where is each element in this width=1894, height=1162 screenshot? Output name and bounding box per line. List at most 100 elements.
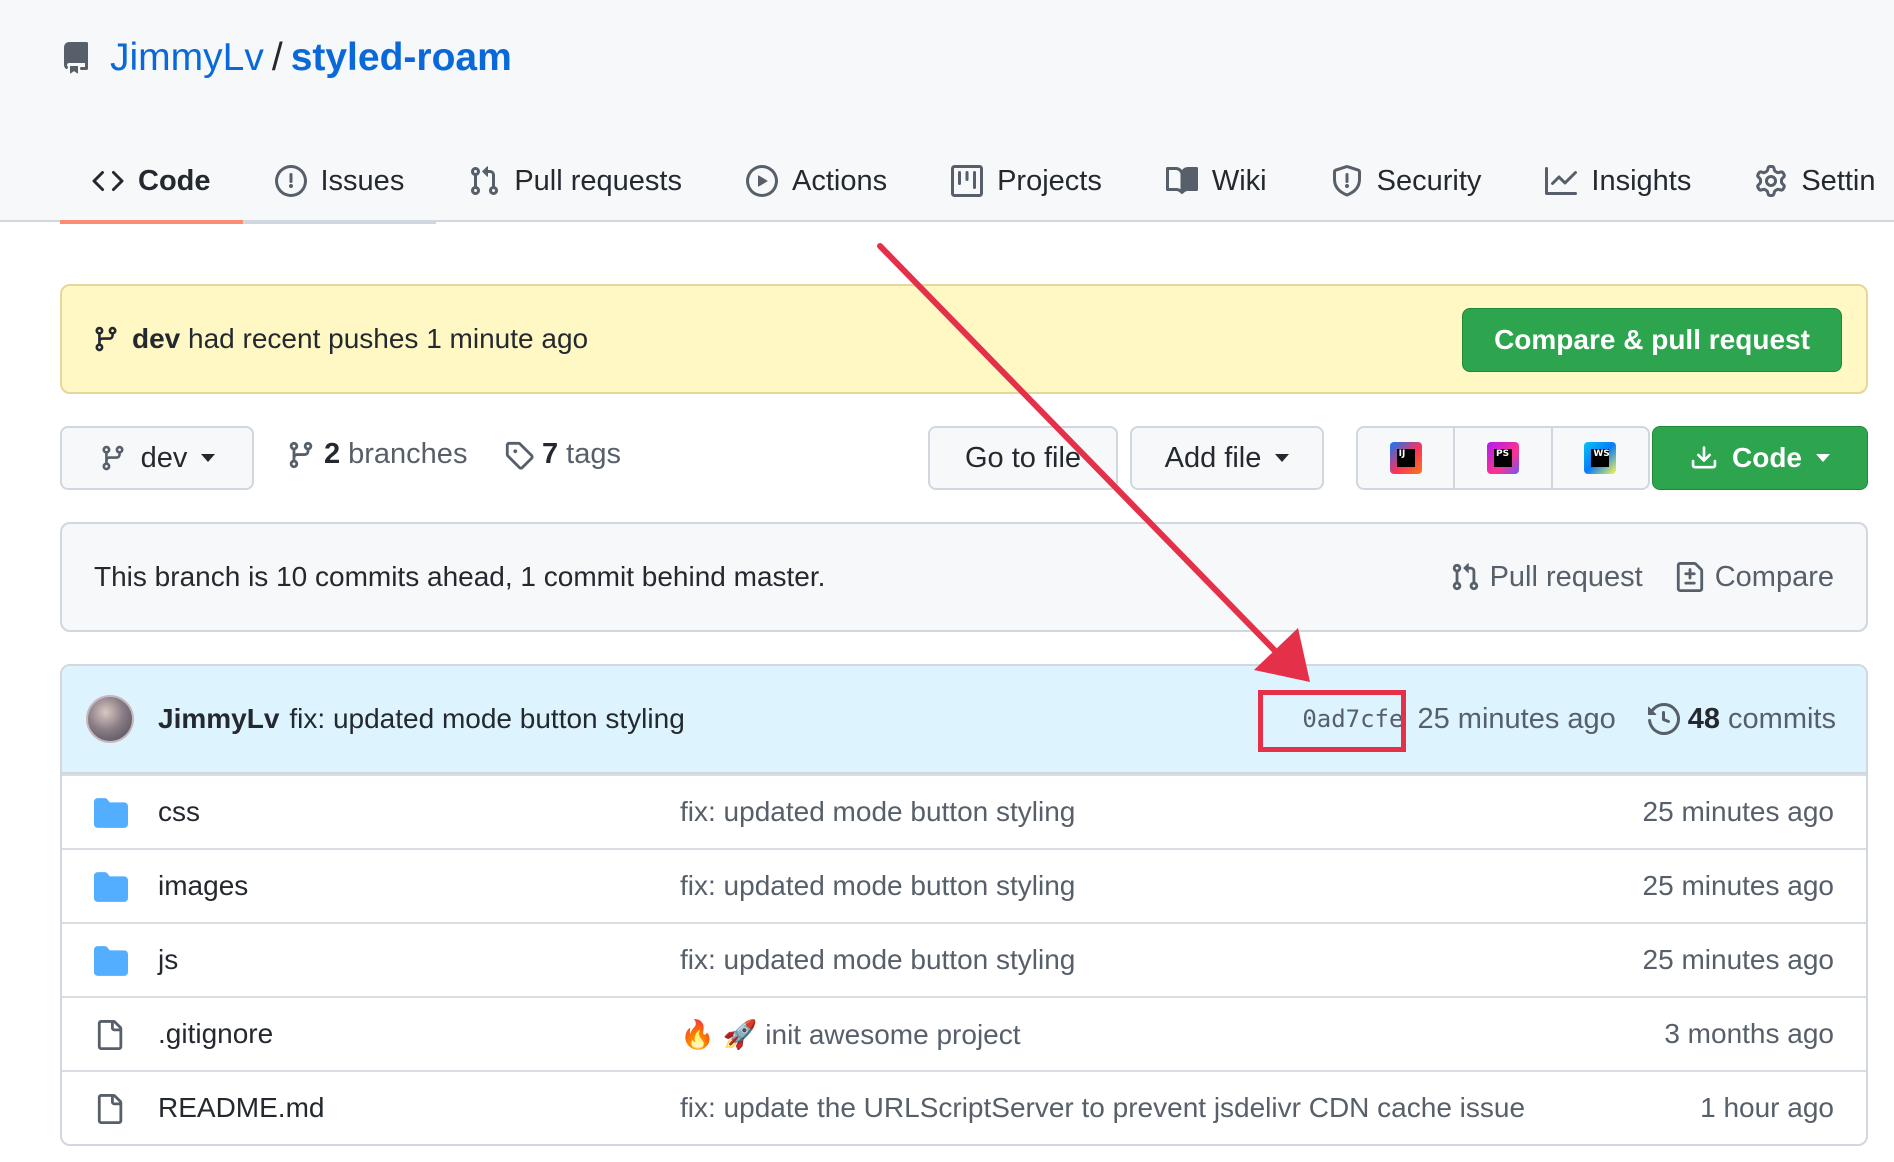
repo-title: JimmyLv / styled-roam xyxy=(60,36,512,80)
file-browser: JimmyLv fix: updated mode button styling… xyxy=(60,664,1868,1146)
download-icon xyxy=(1691,446,1717,469)
file-commit-message[interactable]: 🔥 🚀 init awesome project xyxy=(680,1018,1021,1051)
file-commit-age: 3 months ago xyxy=(1664,1018,1834,1049)
commit-author-link[interactable]: JimmyLv xyxy=(158,703,279,735)
tab-security[interactable]: Security xyxy=(1299,140,1514,222)
repo-separator: / xyxy=(271,36,283,79)
branches-label: branches xyxy=(348,438,468,470)
avatar[interactable] xyxy=(86,695,134,743)
repo-owner-link[interactable]: JimmyLv xyxy=(110,36,264,80)
push-message-text: had recent pushes 1 minute ago xyxy=(188,323,589,354)
tab-label: Settin xyxy=(1801,164,1876,197)
file-row[interactable]: css fix: updated mode button styling 25 … xyxy=(62,774,1866,848)
commits-count: 48 xyxy=(1687,702,1721,735)
file-row[interactable]: .gitignore 🔥 🚀 init awesome project 3 mo… xyxy=(62,996,1866,1070)
open-in-phpstorm-button[interactable]: PS xyxy=(1455,428,1553,488)
folder-icon xyxy=(94,946,128,976)
repo-header: JimmyLv / styled-roam Code Issues Pull r… xyxy=(0,0,1894,224)
play-icon xyxy=(745,165,778,197)
file-name-link[interactable]: README.md xyxy=(158,1092,324,1124)
tab-actions[interactable]: Actions xyxy=(714,140,919,222)
file-commit-message[interactable]: fix: update the URLScriptServer to preve… xyxy=(680,1092,1525,1124)
book-icon xyxy=(1165,166,1198,194)
repo-tabs: Code Issues Pull requests Actions Projec… xyxy=(60,140,1894,224)
tab-label: Security xyxy=(1376,164,1482,197)
code-download-button[interactable]: Code xyxy=(1652,426,1868,490)
open-in-intellij-button[interactable]: IJ xyxy=(1358,428,1456,488)
project-icon xyxy=(951,165,984,197)
file-icon xyxy=(97,1094,123,1124)
tab-projects[interactable]: Projects xyxy=(919,140,1134,222)
tab-insights[interactable]: Insights xyxy=(1513,140,1723,222)
webstorm-icon: WS xyxy=(1584,442,1617,474)
branch-status-actions: Pull request Compare xyxy=(1418,524,1834,630)
history-icon xyxy=(1647,703,1680,735)
code-button-label: Code xyxy=(1732,442,1802,473)
annotation-highlight-box xyxy=(1258,690,1406,752)
intellij-icon: IJ xyxy=(1389,442,1422,474)
file-name-link[interactable]: js xyxy=(158,944,178,976)
graph-icon xyxy=(1545,167,1578,195)
file-commit-message[interactable]: fix: updated mode button styling xyxy=(680,870,1075,902)
tab-wiki[interactable]: Wiki xyxy=(1134,140,1299,222)
tags-link[interactable]: 7 tags xyxy=(504,438,621,471)
open-in-webstorm-button[interactable]: WS xyxy=(1553,428,1648,488)
phpstorm-icon: PS xyxy=(1486,442,1519,474)
file-name-link[interactable]: css xyxy=(158,796,200,828)
commit-time: 25 minutes ago xyxy=(1417,702,1616,735)
tab-code[interactable]: Code xyxy=(60,140,243,224)
chevron-down-icon xyxy=(1816,454,1830,462)
pull-request-icon xyxy=(1452,563,1478,591)
repo-name-link[interactable]: styled-roam xyxy=(291,36,512,80)
branches-count: 2 xyxy=(324,438,341,470)
file-commit-message[interactable]: fix: updated mode button styling xyxy=(680,944,1075,976)
commit-message-link[interactable]: fix: updated mode button styling xyxy=(289,703,684,735)
branch-status-box: This branch is 10 commits ahead, 1 commi… xyxy=(60,522,1868,632)
tags-label: tags xyxy=(566,438,621,470)
ide-logo-label: WS xyxy=(1591,449,1610,467)
gear-icon xyxy=(1756,165,1787,197)
ide-button-group: IJ PS WS xyxy=(1356,426,1650,490)
file-name-link[interactable]: .gitignore xyxy=(158,1018,273,1050)
pull-request-link[interactable]: Pull request xyxy=(1450,561,1643,594)
pushed-branch-name[interactable]: dev xyxy=(132,323,180,354)
file-row[interactable]: js fix: updated mode button styling 25 m… xyxy=(62,922,1866,996)
branch-select-button[interactable]: dev xyxy=(60,426,254,490)
ide-logo-label: IJ xyxy=(1396,449,1415,467)
git-branch-icon xyxy=(95,326,117,352)
issue-icon xyxy=(274,165,307,197)
tab-pull-requests[interactable]: Pull requests xyxy=(436,140,714,222)
branch-status-text: This branch is 10 commits ahead, 1 commi… xyxy=(94,561,826,592)
commits-history-link[interactable]: 48 commits xyxy=(1647,702,1836,736)
file-name-link[interactable]: images xyxy=(158,870,248,902)
code-icon xyxy=(92,170,124,192)
tab-label: Insights xyxy=(1591,164,1692,197)
go-to-file-button[interactable]: Go to file xyxy=(928,426,1118,490)
file-row[interactable]: images fix: updated mode button styling … xyxy=(62,848,1866,922)
file-icon xyxy=(97,1020,123,1050)
tab-label: Pull requests xyxy=(514,164,682,197)
file-commit-age: 1 hour ago xyxy=(1700,1092,1834,1123)
add-file-label: Add file xyxy=(1164,441,1262,474)
add-file-button[interactable]: Add file xyxy=(1130,426,1324,490)
branches-link[interactable]: 2 branches xyxy=(286,438,467,471)
file-row[interactable]: README.md fix: update the URLScriptServe… xyxy=(62,1070,1866,1144)
file-commit-message[interactable]: fix: updated mode button styling xyxy=(680,796,1075,828)
git-branch-icon xyxy=(289,441,313,468)
tab-label: Issues xyxy=(320,164,405,197)
tab-settings[interactable]: Settin xyxy=(1723,140,1894,222)
file-commit-age: 25 minutes ago xyxy=(1642,796,1834,827)
tab-label: Projects xyxy=(997,164,1102,197)
chevron-down-icon xyxy=(1275,454,1290,462)
commits-label: commits xyxy=(1728,702,1836,735)
pull-request-icon xyxy=(471,166,499,196)
push-message: dev had recent pushes 1 minute ago xyxy=(132,323,588,355)
file-commit-age: 25 minutes ago xyxy=(1642,870,1834,901)
branch-select-label: dev xyxy=(140,441,188,474)
compare-link[interactable]: Compare xyxy=(1675,561,1834,594)
tab-issues[interactable]: Issues xyxy=(242,140,437,224)
compare-pull-request-button[interactable]: Compare & pull request xyxy=(1462,308,1842,372)
tab-label: Code xyxy=(138,164,211,197)
file-commit-age: 25 minutes ago xyxy=(1642,944,1834,975)
compare-label: Compare xyxy=(1714,560,1834,593)
